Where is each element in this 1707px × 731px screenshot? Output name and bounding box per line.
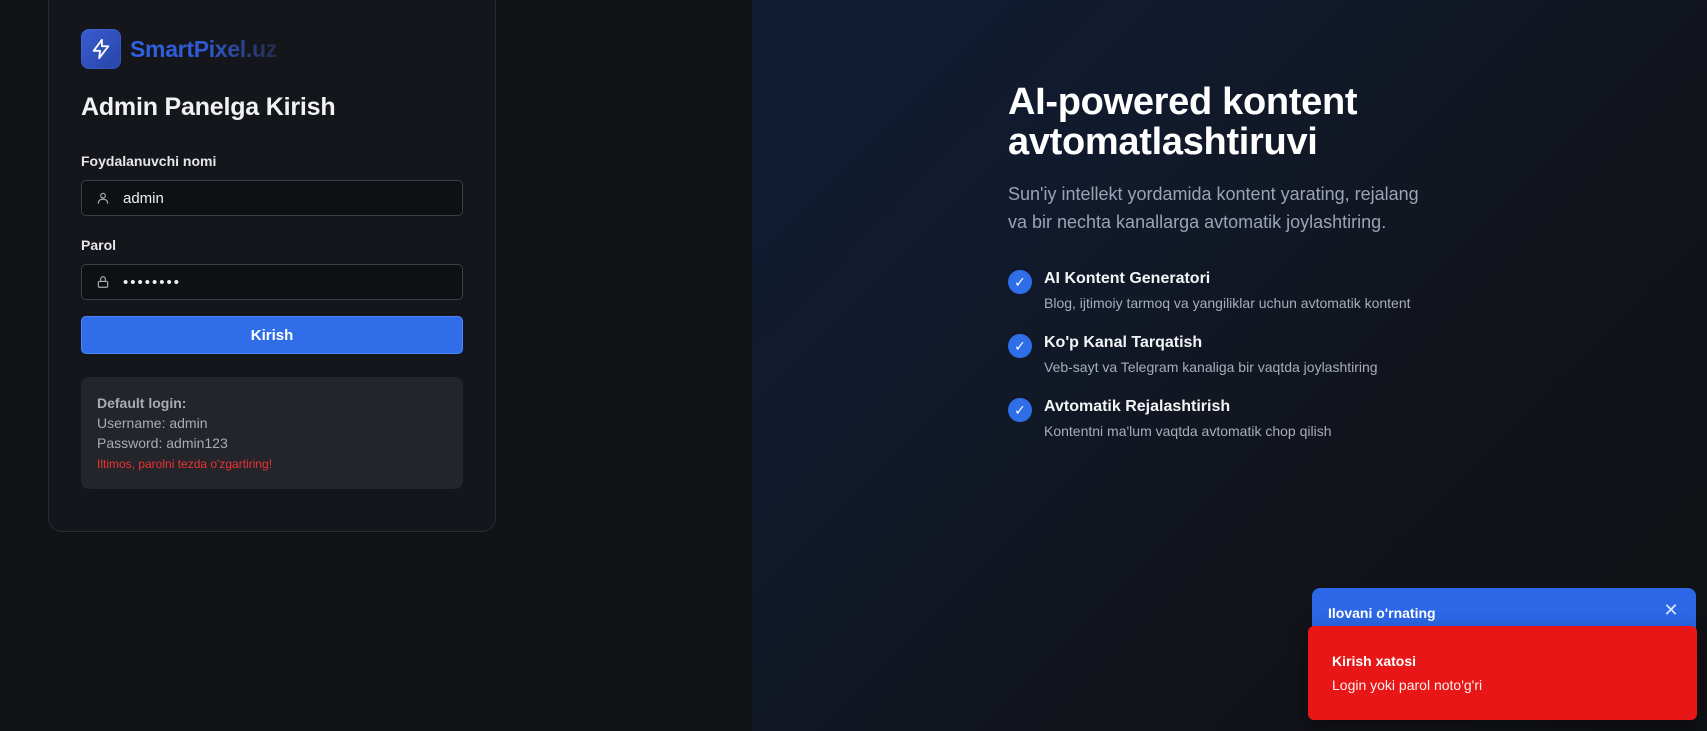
feature-description: Veb-sayt va Telegram kanaliga bir vaqtda… bbox=[1044, 359, 1378, 375]
hero-title: AI-powered kontent avtomatlashtiruvi bbox=[1008, 82, 1608, 162]
feature-description: Kontentni ma'lum vaqtda avtomatik chop q… bbox=[1044, 423, 1332, 439]
hero-subtitle: Sun'iy intellekt yordamida kontent yarat… bbox=[1008, 180, 1478, 236]
check-icon: ✓ bbox=[1008, 270, 1032, 294]
hero-title-line2: avtomatlashtiruvi bbox=[1008, 121, 1318, 163]
default-password: Password: admin123 bbox=[97, 435, 228, 451]
close-icon[interactable]: ✕ bbox=[1662, 601, 1680, 619]
password-label: Parol bbox=[81, 237, 117, 253]
password-warning: Iltimos, parolni tezda o'zgartiring! bbox=[97, 457, 273, 471]
left-panel: SmartPixel.uz Admin Panelga Kirish Foyda… bbox=[0, 0, 752, 731]
username-field[interactable]: admin bbox=[81, 180, 463, 216]
hero-title-line1: AI-powered kontent bbox=[1008, 81, 1358, 123]
user-icon bbox=[95, 190, 111, 206]
username-label: Foydalanuvchi nomi bbox=[81, 153, 217, 169]
login-error-toast[interactable]: Kirish xatosi Login yoki parol noto'g'ri bbox=[1308, 626, 1697, 720]
login-page: SmartPixel.uz Admin Panelga Kirish Foyda… bbox=[0, 0, 1707, 731]
feature-title: AI Kontent Generatori bbox=[1044, 270, 1211, 287]
feature-item: ✓ Ko'p Kanal Tarqatish Veb-sayt va Teleg… bbox=[1008, 331, 1378, 375]
error-toast-message: Login yoki parol noto'g'ri bbox=[1332, 677, 1483, 693]
password-value: •••••••• bbox=[123, 273, 182, 291]
feature-description: Blog, ijtimoiy tarmoq va yangiliklar uch… bbox=[1044, 295, 1411, 311]
login-button[interactable]: Kirish bbox=[81, 316, 463, 354]
default-login-info: Default login: Username: admin Password:… bbox=[81, 377, 463, 489]
username-value: admin bbox=[123, 189, 164, 207]
lightning-bolt-icon bbox=[81, 29, 121, 69]
page-title: Admin Panelga Kirish bbox=[81, 93, 336, 121]
feature-title: Ko'p Kanal Tarqatish bbox=[1044, 334, 1203, 351]
install-toast-title: Ilovani o'rnating bbox=[1328, 605, 1436, 621]
error-toast-title: Kirish xatosi bbox=[1332, 653, 1417, 669]
feature-title: Avtomatik Rejalashtirish bbox=[1044, 398, 1231, 415]
lock-icon bbox=[95, 274, 111, 290]
brand-name: SmartPixel.uz bbox=[130, 35, 277, 62]
brand[interactable]: SmartPixel.uz bbox=[81, 29, 277, 69]
password-field[interactable]: •••••••• bbox=[81, 264, 463, 300]
check-icon: ✓ bbox=[1008, 398, 1032, 422]
default-login-heading: Default login: bbox=[97, 395, 187, 411]
feature-item: ✓ AI Kontent Generatori Blog, ijtimoiy t… bbox=[1008, 267, 1411, 311]
login-card: SmartPixel.uz Admin Panelga Kirish Foyda… bbox=[48, 0, 496, 532]
hero-subtitle-line1: Sun'iy intellekt yordamida kontent yarat… bbox=[1008, 184, 1419, 204]
hero-subtitle-line2: va bir nechta kanallarga avtomatik joyla… bbox=[1008, 212, 1387, 232]
check-icon: ✓ bbox=[1008, 334, 1032, 358]
feature-item: ✓ Avtomatik Rejalashtirish Kontentni ma'… bbox=[1008, 395, 1332, 439]
default-username: Username: admin bbox=[97, 415, 208, 431]
